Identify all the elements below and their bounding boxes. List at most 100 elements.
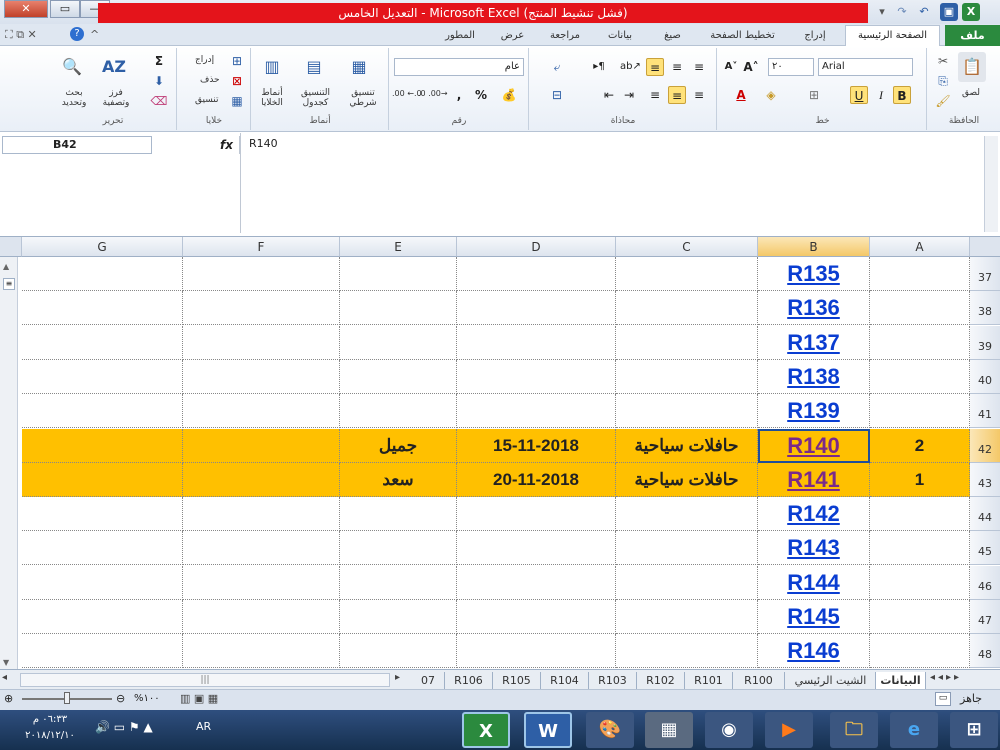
row-header[interactable]: 37: [970, 257, 1000, 291]
decrease-decimal-icon[interactable]: .0 .00→: [418, 89, 448, 98]
hyperlink[interactable]: R136: [787, 295, 840, 321]
redo-icon[interactable]: ↷: [893, 3, 911, 21]
cell-e48[interactable]: [340, 634, 457, 668]
hyperlink[interactable]: R139: [787, 398, 840, 424]
hyperlink[interactable]: R143: [787, 535, 840, 561]
sort-filter-label[interactable]: فرز وتصفية: [96, 88, 136, 108]
conditional-format-icon[interactable]: ▦: [345, 52, 373, 82]
cell-g44[interactable]: [22, 497, 183, 531]
outdent-icon[interactable]: ⇤: [600, 86, 618, 104]
zoom-in-icon[interactable]: ⊕: [4, 692, 13, 705]
sheet-tab-r100[interactable]: R100: [733, 672, 785, 689]
cell-e47[interactable]: [340, 600, 457, 634]
insert-function-icon[interactable]: fx: [160, 136, 240, 154]
undo-icon[interactable]: ↶: [915, 3, 933, 21]
format-painter-icon[interactable]: 🖌: [934, 92, 952, 110]
format-cells-button[interactable]: تنسيق: [195, 95, 218, 105]
cell-a41[interactable]: [870, 394, 970, 428]
shrink-font-icon[interactable]: A˅: [722, 58, 740, 76]
column-header-g[interactable]: G: [22, 237, 183, 257]
cell-c38[interactable]: [616, 291, 758, 325]
cell-d42[interactable]: 15-11-2018: [457, 429, 616, 463]
cell-f38[interactable]: [183, 291, 340, 325]
cell-g46[interactable]: [22, 566, 183, 600]
wrap-text-icon[interactable]: ⤶: [548, 58, 566, 76]
excel-taskbar-icon[interactable]: X: [462, 712, 510, 748]
cell-g47[interactable]: [22, 600, 183, 634]
find-select-icon[interactable]: 🔍: [58, 52, 86, 82]
cell-g45[interactable]: [22, 531, 183, 565]
cell-e42[interactable]: جميل: [340, 429, 457, 463]
cell-c39[interactable]: [616, 326, 758, 360]
sheet-tab-07[interactable]: 07: [412, 672, 445, 689]
borders-icon[interactable]: ⊞: [805, 86, 823, 104]
align-center-icon[interactable]: ≡: [668, 86, 686, 104]
cell-c43[interactable]: حافلات سياحية: [616, 463, 758, 497]
cell-d48[interactable]: [457, 634, 616, 668]
hyperlink[interactable]: R144: [787, 570, 840, 596]
insert-cells-button[interactable]: إدراج: [195, 55, 214, 65]
italic-icon[interactable]: I: [872, 86, 890, 104]
cell-f37[interactable]: [183, 257, 340, 291]
horizontal-scrollbar[interactable]: |||: [20, 673, 390, 687]
sheet-tab-r101[interactable]: R101: [685, 672, 733, 689]
paste-icon[interactable]: 📋: [958, 52, 986, 82]
column-header-a[interactable]: A: [870, 237, 970, 257]
merge-center-icon[interactable]: ⊟: [548, 86, 566, 104]
align-right-icon[interactable]: ≡: [690, 86, 708, 104]
tab-formulas[interactable]: صيغ: [650, 26, 695, 46]
cell-e39[interactable]: [340, 326, 457, 360]
sheet-nav-icons[interactable]: ◂◂▸▸: [930, 672, 962, 683]
hyperlink[interactable]: R140: [787, 433, 840, 459]
tab-data[interactable]: بيانات: [595, 26, 645, 46]
scroll-thumb[interactable]: ≡: [3, 278, 15, 290]
underline-icon[interactable]: U: [850, 86, 868, 104]
cell-g42[interactable]: [22, 429, 183, 463]
close-button[interactable]: ✕: [4, 0, 48, 18]
cell-b44[interactable]: R142: [758, 497, 870, 531]
cell-e40[interactable]: [340, 360, 457, 394]
cell-e37[interactable]: [340, 257, 457, 291]
cell-a44[interactable]: [870, 497, 970, 531]
cell-d40[interactable]: [457, 360, 616, 394]
cell-e46[interactable]: [340, 566, 457, 600]
cell-b39[interactable]: R137: [758, 326, 870, 360]
row-header[interactable]: 40: [970, 360, 1000, 394]
cell-c46[interactable]: [616, 566, 758, 600]
cell-e44[interactable]: [340, 497, 457, 531]
column-header-c[interactable]: C: [616, 237, 758, 257]
fill-icon[interactable]: ⬇: [150, 72, 168, 90]
cell-a39[interactable]: [870, 326, 970, 360]
hyperlink[interactable]: R137: [787, 330, 840, 356]
cell-a40[interactable]: [870, 360, 970, 394]
sheet-tab-main[interactable]: الشيت الرئيسي: [786, 672, 876, 689]
row-header[interactable]: 46: [970, 566, 1000, 600]
grow-font-icon[interactable]: A˄: [742, 58, 760, 76]
cell-b37[interactable]: R135: [758, 257, 870, 291]
calculator-taskbar-icon[interactable]: ▦: [645, 712, 693, 748]
formula-input[interactable]: R140: [240, 133, 984, 233]
cell-c47[interactable]: [616, 600, 758, 634]
indent-icon[interactable]: ⇥: [620, 86, 638, 104]
percent-icon[interactable]: %: [472, 86, 490, 104]
cell-g48[interactable]: [22, 634, 183, 668]
word-taskbar-icon[interactable]: W: [524, 712, 572, 748]
sheet-tab-r105[interactable]: R105: [493, 672, 541, 689]
cell-a45[interactable]: [870, 531, 970, 565]
select-all-button[interactable]: [970, 237, 1000, 257]
text-direction-icon[interactable]: ▸¶: [590, 58, 608, 76]
zoom-slider-thumb[interactable]: [64, 692, 70, 704]
cell-c40[interactable]: [616, 360, 758, 394]
cell-g43[interactable]: [22, 463, 183, 497]
zoom-out-icon[interactable]: ⊖: [116, 692, 125, 705]
copy-icon[interactable]: ⎘: [934, 72, 952, 90]
sheet-tab-r102[interactable]: R102: [637, 672, 685, 689]
cell-g41[interactable]: [22, 394, 183, 428]
format-cells-icon[interactable]: ▦: [228, 92, 246, 110]
column-header-f[interactable]: F: [183, 237, 340, 257]
delete-cells-icon[interactable]: ⊠: [228, 72, 246, 90]
cell-f39[interactable]: [183, 326, 340, 360]
cell-a37[interactable]: [870, 257, 970, 291]
delete-cells-button[interactable]: حذف: [200, 75, 220, 85]
split-box[interactable]: [0, 237, 22, 257]
